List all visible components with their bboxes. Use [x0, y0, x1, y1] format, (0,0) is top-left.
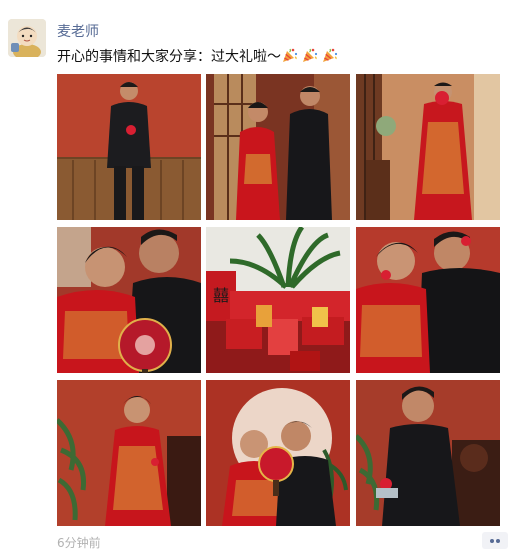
wedding-photo-3[interactable]	[356, 74, 500, 220]
more-actions-button[interactable]	[482, 532, 508, 549]
wedding-photo-5[interactable]: 囍	[206, 227, 350, 373]
moments-post: 麦老师 开心的事情和大家分享：过大礼啦～ 囍 6分钟前	[0, 0, 523, 553]
cartoon-avatar-icon	[8, 19, 46, 57]
party-popper-icon	[281, 47, 298, 64]
party-popper-icon	[301, 47, 318, 64]
avatar[interactable]	[8, 19, 46, 57]
party-popper-icon	[321, 47, 338, 64]
wedding-photo-1[interactable]	[57, 74, 201, 220]
wedding-photo-2[interactable]	[206, 74, 350, 220]
post-text-line: 开心的事情和大家分享：过大礼啦～	[57, 47, 341, 66]
wedding-photo-7[interactable]	[57, 380, 201, 526]
svg-text:囍: 囍	[213, 286, 229, 305]
wedding-photo-8[interactable]	[206, 380, 350, 526]
more-dot-icon	[490, 539, 494, 543]
more-dot-icon	[496, 539, 500, 543]
post-timestamp: 6分钟前	[57, 536, 101, 550]
wedding-photo-4[interactable]	[57, 227, 201, 373]
wedding-photo-6[interactable]	[356, 227, 500, 373]
post-text: 开心的事情和大家分享：过大礼啦～	[57, 49, 281, 65]
author-name[interactable]: 麦老师	[57, 21, 99, 41]
wedding-photo-9[interactable]	[356, 380, 500, 526]
photo-grid: 囍	[57, 74, 504, 526]
